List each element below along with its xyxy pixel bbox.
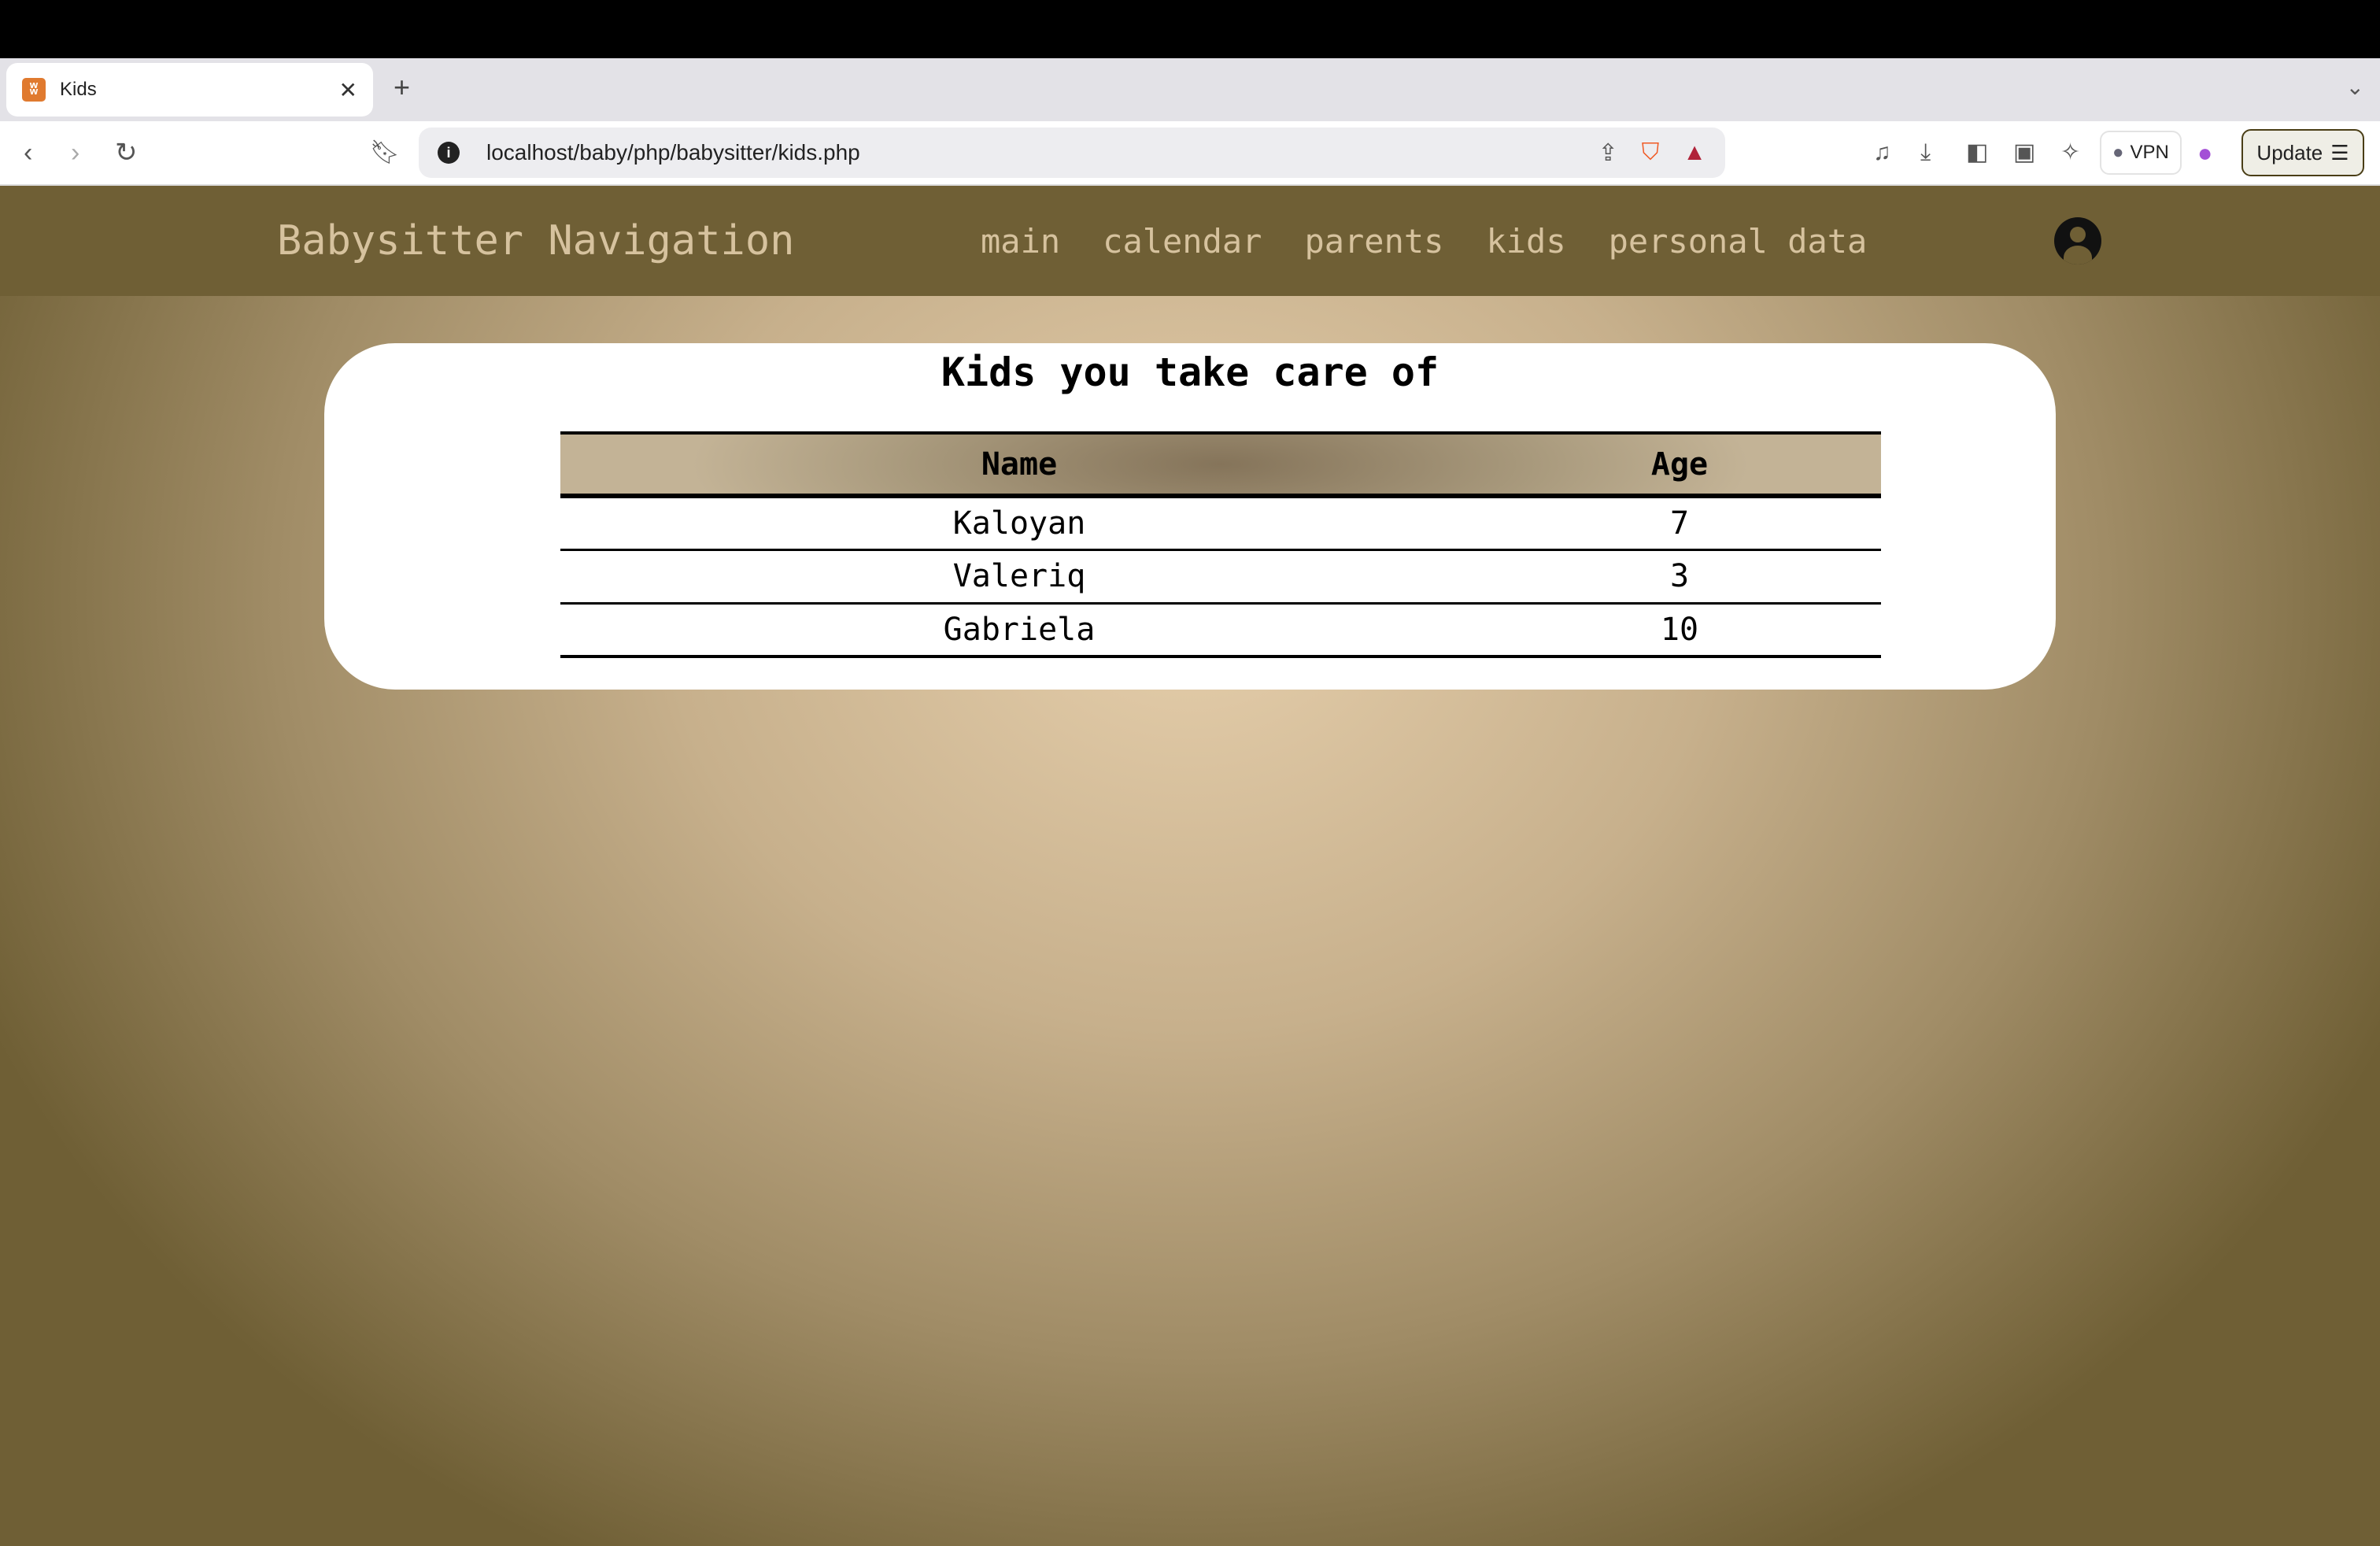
browser-toolbar: ‹ › ↻ 🔖︎ i localhost/baby/php/babysitter… <box>0 121 2380 186</box>
user-avatar-icon[interactable] <box>2054 217 2101 264</box>
back-icon[interactable]: ‹ <box>24 135 32 170</box>
wallet-icon[interactable]: ▣ <box>2013 135 2035 170</box>
site-navbar: Babysitter Navigation main calendar pare… <box>0 186 2380 296</box>
column-header-age: Age <box>1478 431 1881 498</box>
kid-age: 7 <box>1478 496 1881 551</box>
reload-icon[interactable]: ↻ <box>115 135 138 170</box>
nav-link-personal-data[interactable]: personal data <box>1609 222 1868 261</box>
kid-age: 3 <box>1478 549 1881 605</box>
nav-link-calendar[interactable]: calendar <box>1103 222 1262 261</box>
tab-title: Kids <box>60 79 97 100</box>
nav-link-kids[interactable]: kids <box>1486 222 1565 261</box>
profile-icon[interactable]: ● <box>2197 135 2212 170</box>
brave-rewards-icon[interactable]: ▲ <box>1683 139 1706 166</box>
kid-name: Gabriela <box>560 603 1478 658</box>
menu-icon: ☰ <box>2330 140 2349 165</box>
update-menu-button[interactable]: Update ☰ <box>2241 129 2364 176</box>
media-icon[interactable]: ♫ <box>1873 135 1891 170</box>
vpn-label: VPN <box>2130 142 2169 163</box>
url-text[interactable]: localhost/baby/php/babysitter/kids.php <box>486 140 860 165</box>
tab-list-chevron-icon[interactable]: ⌄ <box>2346 74 2364 100</box>
kid-age: 10 <box>1478 603 1881 658</box>
address-bar[interactable]: i localhost/baby/php/babysitter/kids.php… <box>419 128 1725 178</box>
download-icon[interactable]: ⤓ <box>1920 135 1931 170</box>
table-row: Kaloyan 7 <box>560 496 1881 551</box>
kids-card: Kids you take care of Name Age Kaloyan 7 … <box>324 343 2056 690</box>
new-tab-button[interactable]: + <box>394 71 410 104</box>
system-bar <box>0 0 2380 58</box>
tab-kids[interactable]: ʬ Kids ✕ <box>6 63 373 117</box>
column-header-name: Name <box>560 431 1478 498</box>
tab-bar: ʬ Kids ✕ <box>0 58 2380 121</box>
vpn-button[interactable]: ● VPN <box>2100 131 2182 175</box>
navbar-brand[interactable]: Babysitter Navigation <box>277 217 794 264</box>
share-icon[interactable]: ⇪ <box>1598 139 1618 167</box>
nav-link-parents[interactable]: parents <box>1304 222 1443 261</box>
sidebar-icon[interactable]: ◧ <box>1966 135 1988 170</box>
forward-icon[interactable]: › <box>71 135 79 170</box>
nav-link-main[interactable]: main <box>981 222 1060 261</box>
kids-table: Name Age Kaloyan 7 Valeriq 3 Gabriela 10 <box>560 431 1881 658</box>
table-header-row: Name Age <box>560 431 1881 498</box>
close-tab-icon[interactable]: ✕ <box>339 77 357 103</box>
page-body: Babysitter Navigation main calendar pare… <box>0 186 2380 1546</box>
update-label: Update <box>2256 140 2323 165</box>
bookmark-icon[interactable]: 🔖︎ <box>370 135 400 170</box>
xampp-favicon-icon: ʬ <box>22 78 46 102</box>
vpn-status-icon: ● <box>2112 142 2124 163</box>
kid-name: Valeriq <box>560 549 1478 605</box>
kid-name: Kaloyan <box>560 496 1478 551</box>
page-title: Kids you take care of <box>941 350 1439 395</box>
site-info-icon[interactable]: i <box>438 142 460 164</box>
table-row: Valeriq 3 <box>560 549 1881 605</box>
brave-shields-icon[interactable]: ⛉ <box>1642 139 1660 166</box>
table-row: Gabriela 10 <box>560 603 1881 658</box>
leo-ai-icon[interactable]: ✧ <box>2060 135 2080 170</box>
